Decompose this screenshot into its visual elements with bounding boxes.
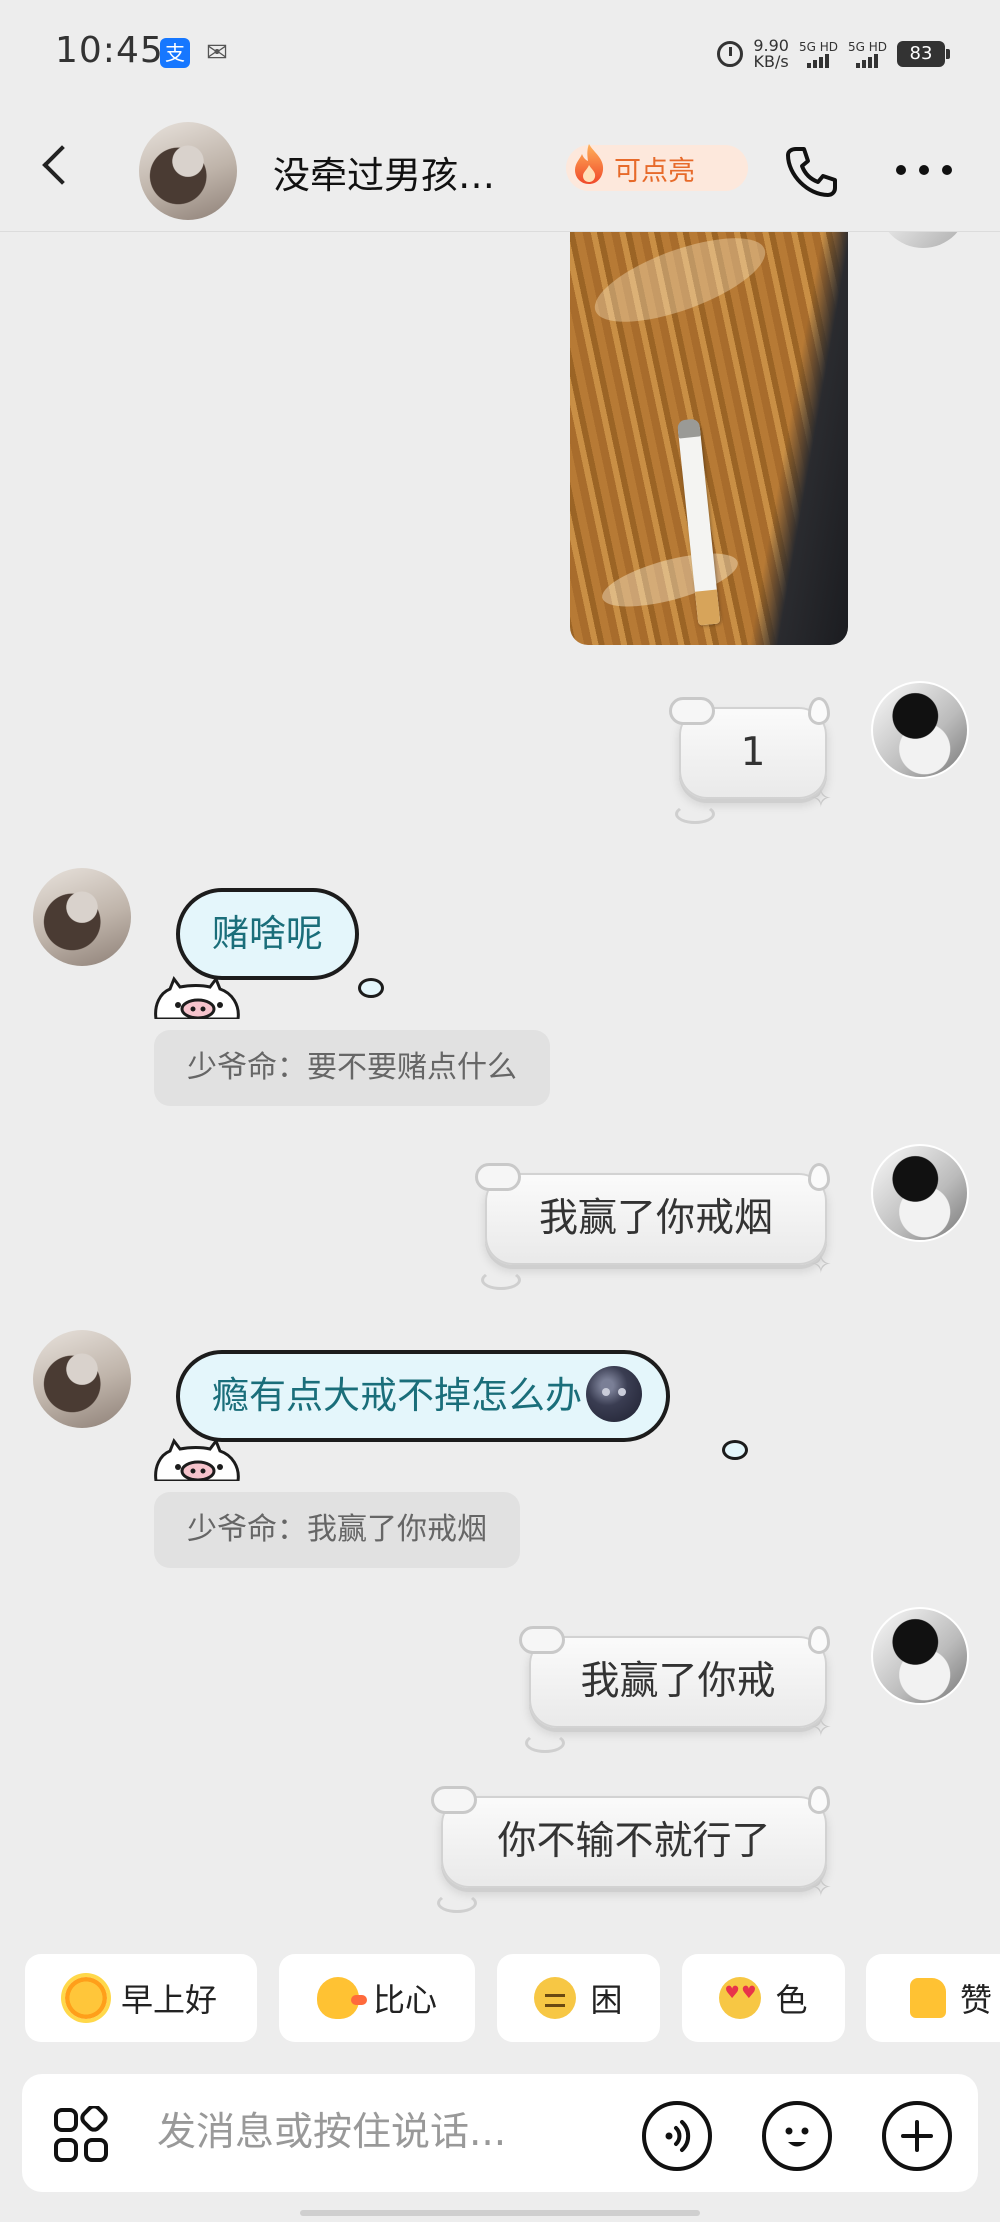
cloud-decoration-icon	[431, 1786, 477, 1814]
message-input[interactable]: 发消息或按住说话...	[157, 2074, 637, 2192]
message-bubble-out[interactable]: 我赢了你戒	[529, 1636, 827, 1728]
sun-emoji-icon	[64, 1977, 107, 2019]
sleepy-emoji-icon	[534, 1977, 577, 2019]
alarm-clock-icon	[717, 41, 744, 67]
phone-icon[interactable]	[782, 143, 840, 201]
voice-icon[interactable]	[642, 2101, 712, 2171]
signal-bars-icon	[856, 53, 879, 68]
cloud-decoration-icon	[519, 1626, 565, 1654]
plus-icon[interactable]	[882, 2101, 952, 2171]
signal-1-label: 5G HD	[798, 39, 838, 54]
star-decoration-icon: ✧	[810, 784, 832, 814]
more-icon[interactable]	[896, 165, 952, 177]
drop-decoration-icon	[808, 697, 830, 725]
my-avatar[interactable]	[871, 1607, 969, 1705]
message-bubble-out[interactable]: 你不输不就行了	[441, 1796, 827, 1888]
pig-decoration-icon	[154, 1437, 240, 1481]
message-bubble-in[interactable]: 瘾有点大戒不掉怎么办	[176, 1350, 670, 1442]
message-bubble-in[interactable]: 赌啥呢	[176, 888, 359, 980]
cloud-decoration-icon	[669, 697, 715, 725]
swirl-decoration-icon	[437, 1893, 477, 1913]
chat-header: 没牵过男孩… 可点亮	[0, 105, 1000, 232]
quick-reply-label: 赞	[960, 1981, 993, 2019]
quick-reply-sleepy[interactable]: 困	[497, 1954, 660, 2042]
contact-avatar[interactable]	[139, 122, 237, 220]
my-avatar[interactable]	[871, 1144, 969, 1242]
quick-reply-heart[interactable]: 比心	[279, 1954, 475, 2042]
pig-decoration-icon	[154, 975, 240, 1019]
flame-icon	[575, 144, 604, 184]
quick-reply-label: 色	[775, 1981, 808, 2019]
quick-reply-label: 比心	[372, 1981, 437, 2019]
contact-avatar[interactable]	[33, 868, 131, 966]
message-text: 瘾有点大戒不掉怎么办	[212, 1374, 582, 1417]
image-message-photo[interactable]	[570, 230, 848, 645]
star-decoration-icon: ✧	[810, 1713, 832, 1743]
star-decoration-icon: ✧	[810, 1250, 832, 1280]
apps-icon[interactable]	[52, 2106, 112, 2166]
message-bubble-out[interactable]: 我赢了你戒烟	[485, 1173, 827, 1265]
drop-decoration-icon	[808, 1626, 830, 1654]
chat-title[interactable]: 没牵过男孩…	[273, 145, 495, 199]
cloud-decoration-icon	[475, 1163, 521, 1191]
signal-1: 5G HD	[798, 39, 838, 68]
quoted-message[interactable]: 少爷命：要不要赌点什么	[154, 1030, 550, 1106]
signal-2: 5G HD	[847, 39, 887, 68]
battery-icon: 83	[897, 41, 950, 67]
quoted-message[interactable]: 少爷命：我赢了你戒烟	[154, 1492, 520, 1568]
moon-face-icon	[586, 1365, 642, 1422]
wechat-icon: ✉	[206, 38, 228, 68]
swirl-decoration-icon	[525, 1733, 565, 1753]
bubble-tail-icon	[722, 1440, 748, 1460]
emoji-icon[interactable]	[762, 2101, 832, 2171]
thumbs-up-emoji-icon	[910, 1978, 946, 2018]
input-bar: 发消息或按住说话...	[22, 2074, 978, 2192]
signal-bars-icon	[807, 53, 830, 68]
quick-reply-label: 困	[590, 1981, 623, 2019]
status-indicators: 9.90 KB/s 5G HD 5G HD 83	[717, 34, 950, 74]
status-time: 10:45	[55, 30, 164, 71]
quick-reply-heart-eyes[interactable]: 色	[682, 1954, 845, 2042]
star-decoration-icon: ✧	[810, 1873, 832, 1903]
home-indicator[interactable]	[300, 2210, 700, 2216]
bubble-tail-icon	[358, 978, 384, 998]
quick-reply-label: 早上好	[120, 1981, 217, 2019]
light-up-button[interactable]: 可点亮	[566, 144, 748, 191]
network-speed: 9.90 KB/s	[753, 38, 789, 70]
quick-reply-thumbs-up[interactable]: 赞	[866, 1954, 1000, 2042]
light-up-label: 可点亮	[614, 155, 695, 187]
signal-2-label: 5G HD	[847, 39, 887, 54]
alipay-icon: 支	[160, 38, 190, 68]
drop-decoration-icon	[808, 1163, 830, 1191]
contact-avatar[interactable]	[33, 1330, 131, 1428]
drop-decoration-icon	[808, 1786, 830, 1814]
my-avatar[interactable]	[871, 681, 969, 779]
back-icon[interactable]	[42, 145, 82, 185]
quick-reply-bar: 早上好 比心 困 色 赞	[0, 1954, 1000, 2046]
heart-eyes-emoji-icon	[719, 1977, 762, 2019]
net-speed-unit: KB/s	[753, 52, 789, 71]
quick-reply-good-morning[interactable]: 早上好	[25, 1954, 257, 2042]
swirl-decoration-icon	[481, 1270, 521, 1290]
swirl-decoration-icon	[675, 804, 715, 824]
duck-emoji-icon	[316, 1977, 367, 2019]
status-bar: 10:45 支 ✉ 9.90 KB/s 5G HD 5G HD 83	[0, 0, 1000, 105]
